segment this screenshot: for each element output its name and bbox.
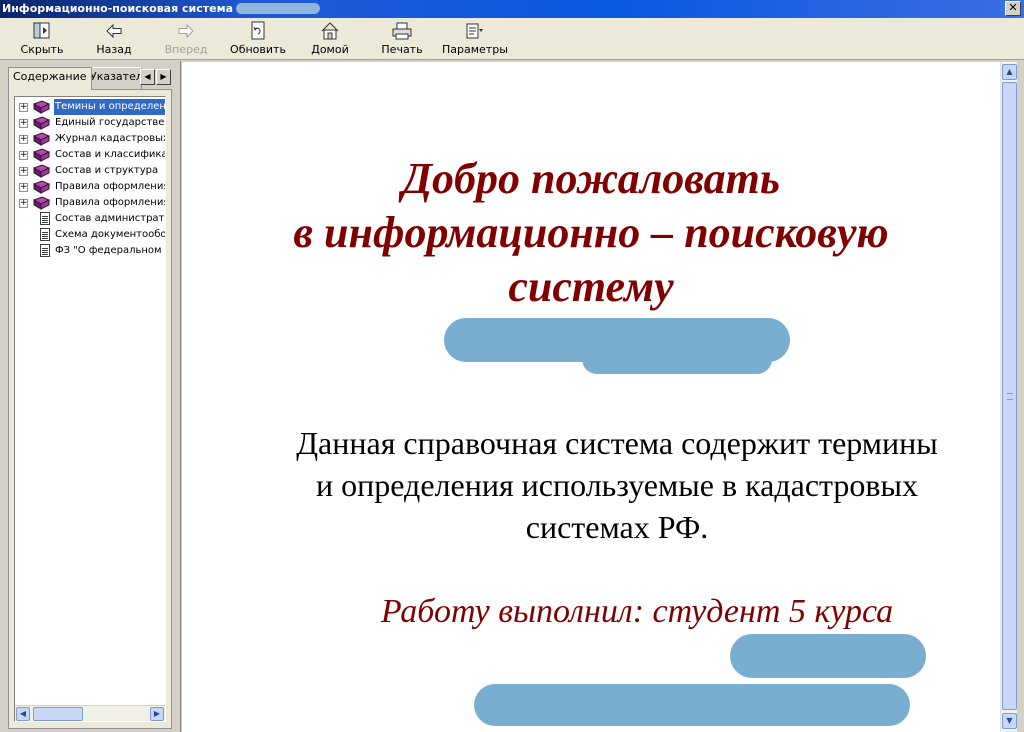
tab-scroll-left-icon[interactable]: ◀ <box>140 69 155 85</box>
tree-item[interactable]: + Состав и классификация <box>15 147 165 163</box>
content-pane: Добро пожаловать в информационно – поиск… <box>182 62 1000 732</box>
contents-tree: + Темины и определения + Единый государстве… <box>14 96 166 722</box>
tree-item-label: Состав и структура <box>55 165 159 176</box>
welcome-heading-line-2: в информационно – поисковую <box>293 208 889 257</box>
expand-icon[interactable]: + <box>19 151 28 160</box>
book-icon <box>32 164 51 178</box>
tree-item-label: Правила оформления <box>55 197 166 208</box>
tree-item[interactable]: + Правила оформления <box>15 195 166 211</box>
tree-item[interactable]: + Журнал кадастровых <box>15 131 166 147</box>
scrollbar-thumb[interactable] <box>33 707 83 721</box>
book-icon <box>32 132 51 146</box>
back-button[interactable]: Назад <box>90 20 138 58</box>
expand-icon[interactable]: + <box>19 135 28 144</box>
description-text: Данная справочная система содержит терми… <box>296 425 938 545</box>
tree-item[interactable]: + Правила оформления <box>15 179 166 195</box>
expand-icon[interactable]: + <box>19 199 28 208</box>
redacted-text <box>582 344 772 374</box>
tree-item-label: Темины и определения <box>54 99 165 115</box>
tree-item-label: Схема документооборота <box>55 229 166 240</box>
scroll-left-icon[interactable]: ◀ <box>16 707 30 721</box>
expand-icon[interactable]: + <box>19 167 28 176</box>
window-border <box>1017 62 1024 732</box>
forward-button[interactable]: Вперед <box>162 20 210 58</box>
tree-item[interactable]: Схема документооборота <box>15 227 166 243</box>
hide-button[interactable]: Скрыть <box>18 20 66 58</box>
hide-pane-icon <box>31 21 53 41</box>
scroll-down-icon[interactable]: ▼ <box>1002 713 1017 729</box>
scrollbar-thumb[interactable] <box>1002 82 1017 710</box>
welcome-heading-line-1: Добро пожаловать <box>402 154 780 203</box>
home-button[interactable]: Домой <box>306 20 354 58</box>
book-icon <box>32 148 51 162</box>
toolbar: Скрыть Назад Вперед Обновить Домой Печат… <box>0 18 1024 60</box>
welcome-heading-line-3: систему <box>508 262 674 311</box>
document-icon <box>40 228 50 241</box>
document-icon <box>40 244 50 257</box>
pane-splitter[interactable] <box>176 61 181 732</box>
close-button[interactable]: ✕ <box>1005 1 1021 16</box>
expand-icon[interactable]: + <box>19 103 28 112</box>
options-icon <box>463 21 485 41</box>
tree-item-label: Правила оформления <box>55 181 166 192</box>
window-title-bar: Информационно-поисковая система ✕ <box>0 0 1024 18</box>
tab-index[interactable]: Указатель <box>86 67 142 89</box>
refresh-button[interactable]: Обновить <box>230 20 286 58</box>
refresh-icon <box>247 21 269 41</box>
tree-item[interactable]: ФЗ "О федеральном <box>15 243 165 259</box>
scroll-right-icon[interactable]: ▶ <box>150 707 164 721</box>
book-icon <box>32 180 51 194</box>
redacted-author-name <box>730 634 926 678</box>
navigation-pane: Содержание Указатель ◀ ▶ + Темины и опред… <box>0 61 176 732</box>
tab-scroll-arrows: ◀ ▶ <box>140 69 172 85</box>
author-line: Работу выполнил: студент 5 курса <box>380 593 894 630</box>
redacted-author-name <box>474 684 910 726</box>
document-icon <box>40 212 50 225</box>
tab-contents[interactable]: Содержание <box>8 67 92 90</box>
tree-item-label: ФЗ "О федеральном <box>55 245 162 256</box>
tree-item[interactable]: + Состав и структура <box>15 163 165 179</box>
expand-icon[interactable]: + <box>19 183 28 192</box>
contents-tab-body: + Темины и определения + Единый государстве… <box>8 89 172 729</box>
tree-item-label: Состав административ <box>55 213 166 224</box>
print-button[interactable]: Печать <box>378 20 426 58</box>
forward-arrow-icon <box>175 21 197 41</box>
book-icon <box>32 116 51 130</box>
tree-horizontal-scrollbar[interactable]: ◀ ▶ <box>15 705 165 721</box>
book-icon <box>32 100 51 114</box>
tree-item[interactable]: Состав административ <box>15 211 166 227</box>
tree-item-label: Состав и классификация <box>55 149 165 160</box>
tab-scroll-right-icon[interactable]: ▶ <box>156 69 171 85</box>
tree-item-label: Единый государственный <box>55 117 165 128</box>
window-title: Информационно-поисковая система <box>2 2 233 15</box>
tree-item-label: Журнал кадастровых <box>55 133 166 144</box>
redacted-title-suffix <box>236 2 320 14</box>
tree-item[interactable]: + Темины и определения <box>15 99 165 115</box>
back-arrow-icon <box>103 21 125 41</box>
tree-item[interactable]: + Единый государственный <box>15 115 165 131</box>
home-icon <box>319 21 341 41</box>
content-vertical-scrollbar[interactable]: ▲ ▼ <box>1000 62 1017 732</box>
printer-icon <box>391 21 413 41</box>
expand-icon[interactable]: + <box>19 119 28 128</box>
scroll-up-icon[interactable]: ▲ <box>1002 64 1017 80</box>
options-button[interactable]: Параметры <box>442 20 508 58</box>
book-icon <box>32 196 51 210</box>
